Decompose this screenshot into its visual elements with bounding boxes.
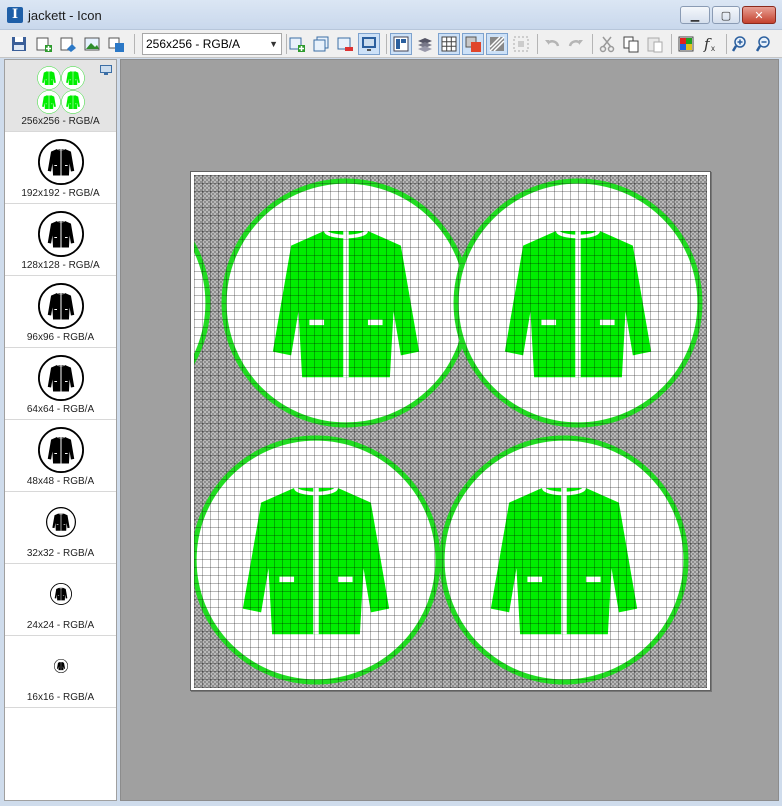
jacket-thumbnail xyxy=(5,568,116,620)
selection-icon[interactable] xyxy=(510,33,532,55)
duplicate-image-icon[interactable] xyxy=(310,33,332,55)
save-icon[interactable] xyxy=(8,33,30,55)
image-size-item[interactable]: 256x256 - RGB/A xyxy=(5,60,116,132)
icon-pixel-area[interactable] xyxy=(194,175,707,688)
image-size-item[interactable]: 48x48 - RGB/A xyxy=(5,420,116,492)
layers-icon[interactable] xyxy=(414,33,436,55)
image-size-item[interactable]: 128x128 - RGB/A xyxy=(5,204,116,276)
paste-icon[interactable] xyxy=(644,33,666,55)
image-size-label: 128x128 - RGB/A xyxy=(21,260,100,271)
minimize-button[interactable]: ▁ xyxy=(680,6,710,24)
image-size-label: 64x64 - RGB/A xyxy=(26,404,95,415)
undo-icon[interactable] xyxy=(541,33,563,55)
icon-frame xyxy=(190,171,711,691)
zoom-out-icon[interactable] xyxy=(754,33,776,55)
new-image-icon[interactable] xyxy=(33,33,55,55)
zoom-in-icon[interactable] xyxy=(730,33,752,55)
grid-icon[interactable] xyxy=(438,33,460,55)
title-bar: I jackett - Icon ▁ ▢ ✕ xyxy=(0,0,782,30)
jacket-thumbnail xyxy=(5,208,116,260)
image-size-item[interactable]: 24x24 - RGB/A xyxy=(5,564,116,636)
image-size-label: 96x96 - RGB/A xyxy=(26,332,95,343)
color-icon[interactable] xyxy=(675,33,697,55)
svg-text:x: x xyxy=(711,44,715,53)
editor-canvas xyxy=(120,59,779,801)
resize-icon[interactable] xyxy=(105,33,127,55)
image-size-label: 256x256 - RGB/A xyxy=(21,116,100,127)
image-size-label: 192x192 - RGB/A xyxy=(21,188,100,199)
image-size-list: 256x256 - RGB/A 192x192 - RGB/A 128x128 … xyxy=(4,59,117,801)
maximize-button[interactable]: ▢ xyxy=(712,6,740,24)
toolbar-separator xyxy=(592,34,593,54)
toolbar-separator xyxy=(386,34,387,54)
image-size-label: 24x24 - RGB/A xyxy=(26,620,95,631)
export-icon[interactable] xyxy=(57,33,79,55)
background-icon[interactable] xyxy=(462,33,484,55)
preview-icon[interactable] xyxy=(358,33,380,55)
image-size-item[interactable]: 32x32 - RGB/A xyxy=(5,492,116,564)
image-format-select[interactable]: 256x256 - RGB/A ▼ xyxy=(142,33,282,55)
jacket-thumbnail xyxy=(5,496,116,548)
import-image-icon[interactable] xyxy=(81,33,103,55)
image-size-item[interactable]: 96x96 - RGB/A xyxy=(5,276,116,348)
window-border xyxy=(0,801,782,806)
jacket-thumbnail xyxy=(5,352,116,404)
delete-image-icon[interactable] xyxy=(334,33,356,55)
image-size-item[interactable]: 192x192 - RGB/A xyxy=(5,132,116,204)
app-icon: I xyxy=(7,7,23,23)
image-size-label: 32x32 - RGB/A xyxy=(26,548,95,559)
jacket-thumbnail xyxy=(5,640,116,692)
toolbar-separator xyxy=(134,34,135,54)
toolbar-separator xyxy=(671,34,672,54)
add-image-icon[interactable] xyxy=(286,33,308,55)
copy-icon[interactable] xyxy=(620,33,642,55)
window-title: jackett - Icon xyxy=(28,8,102,23)
toolbar-separator xyxy=(726,34,727,54)
redo-icon[interactable] xyxy=(565,33,587,55)
jacket-thumbnail xyxy=(5,136,116,188)
close-button[interactable]: ✕ xyxy=(742,6,776,24)
hatch-icon[interactable] xyxy=(486,33,508,55)
jacket-icon-preview xyxy=(194,178,703,685)
toolbar: fx xyxy=(0,30,782,58)
toolbar-separator xyxy=(537,34,538,54)
image-size-label: 16x16 - RGB/A xyxy=(26,692,95,703)
chevron-down-icon: ▼ xyxy=(269,39,278,49)
jacket-thumbnail xyxy=(5,280,116,332)
image-size-item[interactable]: 16x16 - RGB/A xyxy=(5,636,116,708)
layout-icon[interactable] xyxy=(390,33,412,55)
image-size-label: 48x48 - RGB/A xyxy=(26,476,95,487)
monitor-icon xyxy=(100,64,112,75)
image-format-value: 256x256 - RGB/A xyxy=(146,37,241,51)
jacket-thumbnail xyxy=(5,424,116,476)
cut-icon[interactable] xyxy=(596,33,618,55)
function-icon[interactable]: fx xyxy=(699,33,721,55)
image-size-item[interactable]: 64x64 - RGB/A xyxy=(5,348,116,420)
